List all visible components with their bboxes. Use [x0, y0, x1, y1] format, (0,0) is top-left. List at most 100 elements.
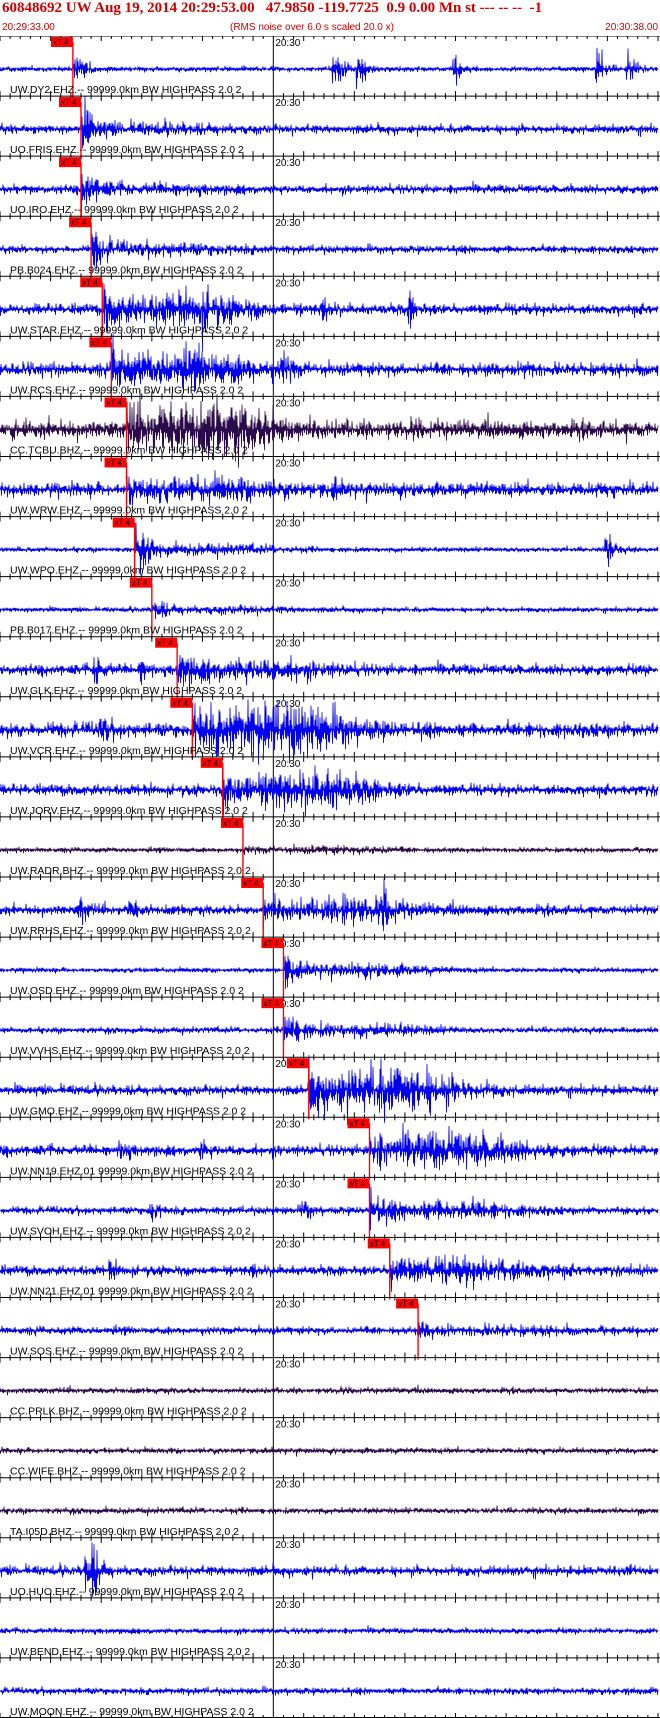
pick-label: xT 4: [53, 38, 69, 47]
station-label: UW.NN19.EHZ.01 99999.0km BW HIGHPASS 2.0…: [10, 1165, 253, 1177]
minute-marker-label: 20:30: [275, 1239, 300, 1250]
minute-marker-label: 20:30: [275, 1119, 300, 1130]
waveform-trace: [0, 843, 659, 856]
waveform-trace: [0, 1016, 659, 1042]
pick-label: xT 4: [223, 819, 239, 828]
pick-label: xT 4: [157, 639, 173, 648]
station-label: UW.RADR.BHZ.-- 99999.0km BW HIGHPASS 2.0…: [10, 865, 251, 877]
waveform-trace: [0, 1685, 659, 1697]
trace-row: 20:30 xT 4 UO.IRO.EHZ.-- 99999.0km BW HIGH…: [0, 155, 660, 219]
station-label: UW.VVHS.EHZ.-- 99999.0km BW HIGHPASS 2.0…: [10, 1045, 250, 1057]
minute-marker-label: 20:30: [275, 1540, 300, 1551]
waveform-trace: [0, 1445, 659, 1457]
minute-marker-label: 20:30: [275, 158, 300, 169]
pick-label: xT 4: [71, 218, 87, 227]
pick-label: xT 4: [61, 98, 77, 107]
station-label: UW.WPO.EHZ.-- 99999.0km BW HIGHPASS 2.0 …: [10, 565, 246, 577]
trace-row: 20:30 UW.BEND.EHZ.-- 99999.0km BW HIGHPAS…: [0, 1597, 660, 1658]
station-label: UW.BEND.EHZ.-- 99999.0km BW HIGHPASS 2.0…: [10, 1646, 250, 1658]
minute-marker-label: 20:30: [275, 1600, 300, 1611]
minute-marker-label: 20:30: [275, 278, 300, 289]
pick-label: xT 4: [289, 1059, 305, 1068]
minute-marker-label: 20:30: [275, 819, 300, 830]
waveform-trace: [0, 470, 659, 507]
station-label: PB.B017.EHZ.-- 99999.0km BW HIGHPASS 2.0…: [10, 625, 243, 637]
station-label: UW.RCS.EHZ.-- 99999.0km BW HIGHPASS 2.0 …: [10, 384, 243, 396]
trace-row: 20:30 xT 4 UW.SOS.EHZ.-- 99999.0km BW HIGH…: [0, 1297, 660, 1360]
minute-marker-label: 20:30: [275, 1179, 300, 1190]
waveform-trace: [0, 600, 659, 620]
pick-label: xT 4: [61, 158, 77, 167]
trace-row: 20:30 CC.WIFE.BHZ.-- 99999.0km BW HIGHPAS…: [0, 1417, 660, 1478]
trace-row: 20:30 xT 4 UW.RADR.BHZ.-- 99999.0km BW HIG…: [0, 816, 660, 879]
pick-label: xT 4: [115, 519, 131, 528]
station-label: UW.WRW.EHZ.-- 99999.0km BW HIGHPASS 2.0 …: [10, 505, 248, 517]
trace-row: 20:30 xT 4 UW.RCS.EHZ.-- 99999.0km BW HIGH…: [0, 334, 660, 399]
minute-marker-label: 20:30: [275, 338, 300, 349]
pick-label: xT 4: [243, 879, 259, 888]
station-label: CC.PRLK.BHZ.-- 99999.0km BW HIGHPASS 2.0…: [10, 1406, 247, 1418]
station-label: UO.IRO.EHZ.-- 99999.0km BW HIGHPASS 2.0 …: [10, 204, 239, 216]
station-label: UW.DY2.EHZ.-- 99999.0km BW HIGHPASS 2.0 …: [10, 84, 242, 96]
minute-marker-label: 20:30: [275, 1420, 300, 1431]
trace-row: 20:30xT 4UW.OSD.EHZ.-- 99999.0km BW HIGH…: [0, 936, 660, 1000]
trace-row: 20:30 xT 4 PB.B017.EHZ.-- 99999.0km BW HIG…: [0, 576, 660, 639]
pick-label: xT 4: [203, 759, 219, 768]
pick-label: xT 4: [263, 939, 279, 948]
station-label: UW.STAR.EHZ.-- 99999.0km BW HIGHPASS 2.0…: [10, 324, 248, 336]
trace-row: 20:30 UO.HUO.EHZ.-- 99999.0km BW HIGHPASS…: [0, 1537, 660, 1598]
station-label: UW.MOON.EHZ.-- 99999.0km BW HIGHPASS 2.0…: [10, 1706, 254, 1718]
station-label: UW.SVOH.EHZ.-- 99999.0km BW HIGHPASS 2.0…: [10, 1225, 251, 1237]
trace-row: 20:30xT 4UW.VVHS.EHZ.-- 99999.0km BW HIG…: [0, 996, 660, 1060]
trace-row: 20:30xT 4UW.GMO.EHZ.-- 99999.0km BW HIGH…: [0, 1054, 660, 1125]
minute-marker-label: 20:30: [275, 1480, 300, 1491]
seismogram-plot: 20:30 xT 4 UW.DY2.EHZ.-- 99999.0km BW HIGH…: [0, 36, 660, 1718]
trace-row: 20:30 xT 4 UW.WRW.EHZ.-- 99999.0km BW HIGH…: [0, 456, 660, 519]
trace-row: 20:30 xT 4 UW.NN21.EHZ.01 99999.0km BW HIG…: [0, 1236, 660, 1300]
start-time: 20:29:33.00: [2, 22, 55, 33]
pick-label: xT 4: [107, 398, 123, 407]
pick-label: xT 4: [263, 999, 279, 1008]
waveform-trace: [0, 955, 659, 989]
station-label: CC.TCBU.BHZ.-- 99999.0km BW HIGHPASS 2.0…: [10, 445, 248, 457]
waveform-trace: [0, 1625, 659, 1636]
minute-marker-label: 20:30: [275, 1360, 300, 1371]
minute-marker-label: 20:30: [275, 218, 300, 229]
station-label: UW.VCR.EHZ.-- 99999.0km BW HIGHPASS 2.0 …: [10, 745, 243, 757]
minute-marker-label: 20:30: [275, 759, 300, 770]
minute-marker-label: 20:30: [275, 579, 300, 590]
minute-marker-label: 20:30: [275, 699, 300, 710]
station-label: UO.FRIS.EHZ.-- 99999.0km BW HIGHPASS 2.0…: [10, 144, 244, 156]
station-label: CC.WIFE.BHZ.-- 99999.0km BW HIGHPASS 2.0…: [10, 1466, 246, 1478]
pick-label: xT 4: [172, 699, 188, 708]
minute-marker-label: 20:30: [275, 879, 300, 890]
trace-row: 20:30 xT 4 UW.SVOH.EHZ.-- 99999.0km BW HIG…: [0, 1176, 660, 1240]
pick-label: xT 4: [107, 459, 123, 468]
trace-row: 20:30 UW.MOON.EHZ.-- 99999.0km BW HIGHPAS…: [0, 1657, 660, 1718]
station-label: UW.GMO.EHZ.-- 99999.0km BW HIGHPASS 2.0 …: [10, 1105, 246, 1117]
station-label: UW.RRHS.EHZ.-- 99999.0km BW HIGHPASS 2.0…: [10, 925, 251, 937]
trace-row: 20:30 xT 4 UW.NN19.EHZ.01 99999.0km BW HIG…: [0, 1116, 660, 1180]
waveform-trace: [0, 1321, 659, 1340]
trace-row: 20:30 xT 4 UW.GLK.EHZ.-- 99999.0km BW HIGH…: [0, 636, 660, 699]
minute-marker-label: 20:30: [275, 398, 300, 409]
station-label: UW.GLK.EHZ.-- 99999.0km BW HIGHPASS 2.0 …: [10, 685, 242, 697]
minute-marker-label: 20:30: [275, 459, 300, 470]
minute-marker-label: 20:30: [275, 639, 300, 650]
trace-row: 20:30 xT 4 UW.JORV.EHZ.-- 99999.0km BW HIG…: [0, 756, 660, 819]
pick-label: xT 4: [398, 1300, 414, 1309]
minute-marker-label: 20:30: [275, 1300, 300, 1311]
pick-label: xT 4: [91, 338, 107, 347]
trace-row: 20:30 xT 4 PB.B024.EHZ.-- 99999.0km BW HIG…: [0, 215, 660, 279]
event-title: 60848692 UW Aug 19, 2014 20:29:53.00 47.…: [2, 0, 543, 16]
station-label: UW.JORV.EHZ.-- 99999.0km BW HIGHPASS 2.0…: [10, 805, 248, 817]
waveform-trace: [0, 47, 659, 90]
pick-label: xT 4: [370, 1239, 386, 1248]
waveform-trace: [0, 1186, 659, 1231]
waveform-trace: [0, 96, 659, 149]
station-label: TA.I05D.BHZ.-- 99999.0km BW HIGHPASS 2.0…: [10, 1526, 239, 1538]
pick-label: xT 4: [349, 1119, 365, 1128]
station-label: UW.OSD.EHZ.-- 99999.0km BW HIGHPASS 2.0 …: [10, 985, 244, 997]
waveform-trace: [0, 878, 659, 932]
station-label: PB.B024.EHZ.-- 99999.0km BW HIGHPASS 2.0…: [10, 264, 243, 276]
